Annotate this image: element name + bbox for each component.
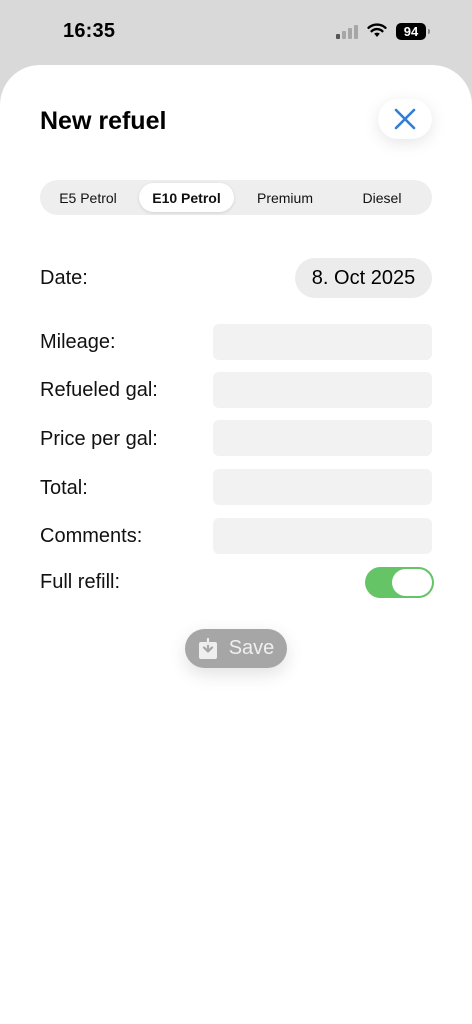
full-refill-toggle[interactable] bbox=[365, 567, 434, 598]
status-time: 16:35 bbox=[63, 20, 116, 42]
new-refuel-sheet: New refuel E5 Petrol E10 Petrol Premium … bbox=[0, 65, 472, 1024]
refueled-gal-field[interactable] bbox=[213, 372, 432, 408]
fuel-type-selector: E5 Petrol E10 Petrol Premium Diesel bbox=[40, 180, 432, 215]
fuel-option-diesel[interactable]: Diesel bbox=[337, 183, 427, 212]
total-field[interactable] bbox=[213, 469, 432, 505]
wifi-icon bbox=[367, 23, 387, 37]
status-bar: 16:35 94 bbox=[0, 0, 472, 64]
save-button[interactable]: Save bbox=[185, 629, 287, 668]
fuel-option-premium[interactable]: Premium bbox=[240, 183, 330, 212]
date-label: Date: bbox=[40, 267, 88, 289]
toggle-knob bbox=[392, 569, 432, 596]
save-label: Save bbox=[228, 637, 275, 659]
mileage-label: Mileage: bbox=[40, 331, 116, 353]
full-refill-label: Full refill: bbox=[40, 571, 121, 593]
page-title: New refuel bbox=[40, 107, 167, 135]
download-tray-icon bbox=[198, 637, 217, 659]
cellular-signal-icon bbox=[336, 25, 360, 39]
close-icon bbox=[394, 108, 416, 130]
price-per-gal-label: Price per gal: bbox=[40, 428, 158, 450]
date-picker[interactable]: 8. Oct 2025 bbox=[295, 258, 432, 298]
refueled-gal-label: Refueled gal: bbox=[40, 379, 158, 401]
price-per-gal-field[interactable] bbox=[213, 420, 432, 456]
mileage-field[interactable] bbox=[213, 324, 432, 360]
total-label: Total: bbox=[40, 477, 88, 499]
battery-indicator: 94 bbox=[396, 23, 430, 40]
fuel-option-e10-petrol[interactable]: E10 Petrol bbox=[139, 183, 234, 212]
comments-label: Comments: bbox=[40, 525, 143, 547]
fuel-option-e5-petrol[interactable]: E5 Petrol bbox=[44, 183, 132, 212]
comments-field[interactable] bbox=[213, 518, 432, 554]
close-button[interactable] bbox=[378, 99, 432, 139]
